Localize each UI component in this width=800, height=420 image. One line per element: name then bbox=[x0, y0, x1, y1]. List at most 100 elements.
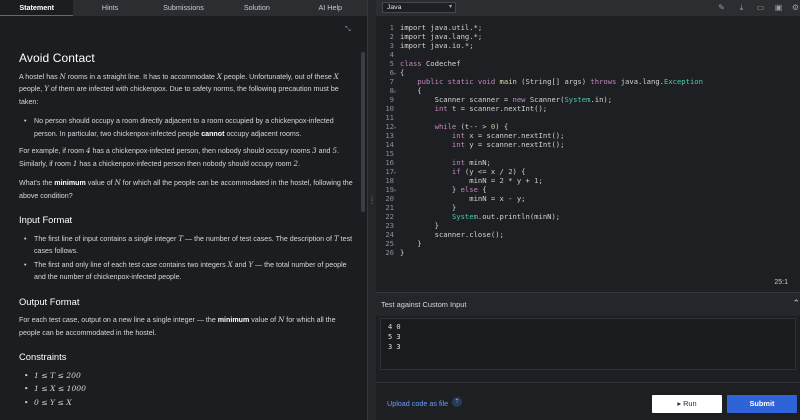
code-line[interactable]: 13 int x = scanner.nextInt(); bbox=[376, 131, 800, 140]
editor-panel: Java ▾ ✎ ⤓ ▭ ▣ ⚙ 1 import java.util.*; 2 im… bbox=[376, 0, 800, 420]
expand-icon[interactable]: ⤡ bbox=[345, 26, 355, 36]
magic-wand-icon[interactable]: ✎ bbox=[716, 2, 727, 13]
tab-statement[interactable]: Statement bbox=[0, 0, 74, 16]
line-number: 3 bbox=[389, 41, 394, 50]
fold-icon[interactable]: ⌄ bbox=[393, 122, 397, 131]
code-text: int y = scanner.nextInt(); bbox=[400, 140, 565, 149]
code-line[interactable]: 6 ⌄{ bbox=[376, 68, 800, 77]
run-button[interactable]: ▸ Run bbox=[652, 395, 722, 413]
code-text: { bbox=[400, 68, 405, 77]
code-line[interactable]: 19 ⌄ } else { bbox=[376, 185, 800, 194]
custom-input-field[interactable]: 4 0 5 3 3 3 bbox=[380, 318, 796, 370]
code-text: minN = 2 * y + 1; bbox=[400, 176, 543, 185]
code-line[interactable]: 21 } bbox=[376, 203, 800, 212]
tab-ai-help[interactable]: AI Help bbox=[294, 0, 367, 16]
line-number: 2 bbox=[389, 32, 394, 41]
fold-icon[interactable]: ⌄ bbox=[393, 185, 397, 194]
drag-handle-icon[interactable]: ⋮ ⋮ bbox=[369, 196, 375, 210]
tab-submissions[interactable]: Submissions bbox=[147, 0, 220, 16]
code-text: import java.lang.*; bbox=[400, 32, 483, 41]
line-number: 26 bbox=[385, 248, 394, 257]
upload-icon[interactable]: ⇡ bbox=[452, 397, 462, 407]
line-number: 25 bbox=[385, 239, 394, 248]
line-number: 8 bbox=[389, 86, 394, 95]
code-line[interactable]: 17 ⌄ if (y <= x / 2) { bbox=[376, 167, 800, 176]
code-line[interactable]: 5 class Codechef bbox=[376, 59, 800, 68]
code-line[interactable]: 7 public static void main (String[] args… bbox=[376, 77, 800, 86]
code-line[interactable]: 12 ⌄ while (t-- > 0) { bbox=[376, 122, 800, 131]
code-line[interactable]: 11 bbox=[376, 113, 800, 122]
problem-statement: Avoid Contact A hostel has N rooms in a … bbox=[19, 52, 357, 414]
line-number: 22 bbox=[385, 212, 394, 221]
code-line[interactable]: 2 import java.lang.*; bbox=[376, 32, 800, 41]
code-line[interactable]: 1 import java.util.*; bbox=[376, 23, 800, 32]
cursor-position: 25:1 bbox=[774, 279, 788, 286]
code-line[interactable]: 14 int y = scanner.nextInt(); bbox=[376, 140, 800, 149]
code-editor[interactable]: 1 import java.util.*; 2 import java.lang.*;… bbox=[376, 23, 800, 267]
submit-button[interactable]: Submit bbox=[727, 395, 797, 413]
code-line[interactable]: 24 scanner.close(); bbox=[376, 230, 800, 239]
code-line[interactable]: 4 bbox=[376, 50, 800, 59]
code-text: import java.io.*; bbox=[400, 41, 474, 50]
fold-icon[interactable]: ⌄ bbox=[393, 86, 397, 95]
line-number: 23 bbox=[385, 221, 394, 230]
intro-paragraph: A hostel has N rooms in a straight line.… bbox=[19, 71, 339, 106]
code-text: scanner.close(); bbox=[400, 230, 504, 239]
code-text: } bbox=[400, 221, 439, 230]
code-text: System.out.println(minN); bbox=[451, 212, 561, 221]
language-select[interactable]: Java ▾ bbox=[382, 2, 456, 13]
download-icon[interactable]: ⤓ bbox=[736, 2, 747, 13]
code-text: } bbox=[400, 239, 422, 248]
code-line[interactable]: 22 System.out.println(minN); bbox=[376, 212, 800, 221]
custom-input-label: Test against Custom Input bbox=[381, 300, 467, 309]
code-line[interactable]: 25 } bbox=[376, 239, 800, 248]
code-text: } bbox=[400, 203, 457, 212]
code-line[interactable]: 10 int t = scanner.nextInt(); bbox=[376, 104, 800, 113]
code-line[interactable]: 15 bbox=[376, 149, 800, 158]
problem-scrollbar[interactable] bbox=[361, 52, 365, 212]
line-number: 11 bbox=[385, 113, 394, 122]
editor-status-bar: 25:1 bbox=[376, 276, 800, 291]
pane-divider[interactable] bbox=[367, 0, 376, 420]
line-number: 4 bbox=[389, 50, 394, 59]
code-line[interactable]: 23 } bbox=[376, 221, 800, 230]
line-number: 18 bbox=[385, 176, 394, 185]
code-line[interactable]: 18 minN = 2 * y + 1; bbox=[376, 176, 800, 185]
input-format-list: The first line of input contains a singl… bbox=[19, 233, 357, 284]
output-paragraph: For each test case, output on a new line… bbox=[19, 315, 336, 337]
code-line[interactable]: 8 ⌄ { bbox=[376, 86, 800, 95]
editor-footer: Upload code as file ⇡ ▸ Run Submit bbox=[376, 382, 800, 420]
input-format-heading: Input Format bbox=[19, 214, 73, 225]
tab-solution[interactable]: Solution bbox=[220, 0, 293, 16]
language-value: Java bbox=[387, 4, 402, 11]
output-format-heading: Output Format bbox=[19, 295, 80, 307]
fold-icon[interactable]: ⌄ bbox=[393, 167, 397, 176]
comment-icon[interactable]: ▭ bbox=[755, 2, 766, 13]
code-text: if (y <= x / 2) { bbox=[400, 167, 526, 176]
code-text: while (t-- > 0) { bbox=[400, 122, 509, 131]
code-line[interactable]: 20 minN = x - y; bbox=[376, 194, 800, 203]
chevron-up-icon[interactable]: ⌃ bbox=[792, 298, 800, 309]
tab-hints[interactable]: Hints bbox=[73, 0, 146, 16]
code-line[interactable]: 9 Scanner scanner = new Scanner(System.i… bbox=[376, 95, 800, 104]
problem-panel: Statement Hints Submissions Solution AI … bbox=[0, 0, 367, 420]
constraints-heading: Constraints bbox=[19, 351, 67, 362]
line-number: 17 bbox=[385, 167, 394, 176]
constraints-list: 1 ≤ T ≤ 200 1 ≤ X ≤ 1000 0 ≤ Y ≤ X bbox=[19, 370, 357, 410]
save-icon[interactable]: ▣ bbox=[773, 2, 784, 13]
code-text: import java.util.*; bbox=[400, 23, 483, 32]
code-line[interactable]: 16 int minN; bbox=[376, 158, 800, 167]
list-item: The first and only line of each test cas… bbox=[24, 259, 357, 284]
line-number: 20 bbox=[385, 194, 394, 203]
code-line[interactable]: 26} bbox=[376, 248, 800, 257]
problem-tabs: Statement Hints Submissions Solution AI … bbox=[0, 0, 367, 16]
fold-icon[interactable]: ⌄ bbox=[393, 68, 397, 77]
line-number: 12 bbox=[385, 122, 394, 131]
settings-icon[interactable]: ⚙ bbox=[790, 2, 800, 13]
code-line[interactable]: 3 import java.io.*; bbox=[376, 41, 800, 50]
input-line: 5 3 bbox=[388, 333, 401, 341]
input-line: 4 0 bbox=[388, 323, 401, 331]
custom-input-header[interactable]: Test against Custom Input ⌃ bbox=[376, 292, 800, 316]
upload-code-link[interactable]: Upload code as file bbox=[387, 399, 448, 408]
line-number: 24 bbox=[385, 230, 394, 239]
